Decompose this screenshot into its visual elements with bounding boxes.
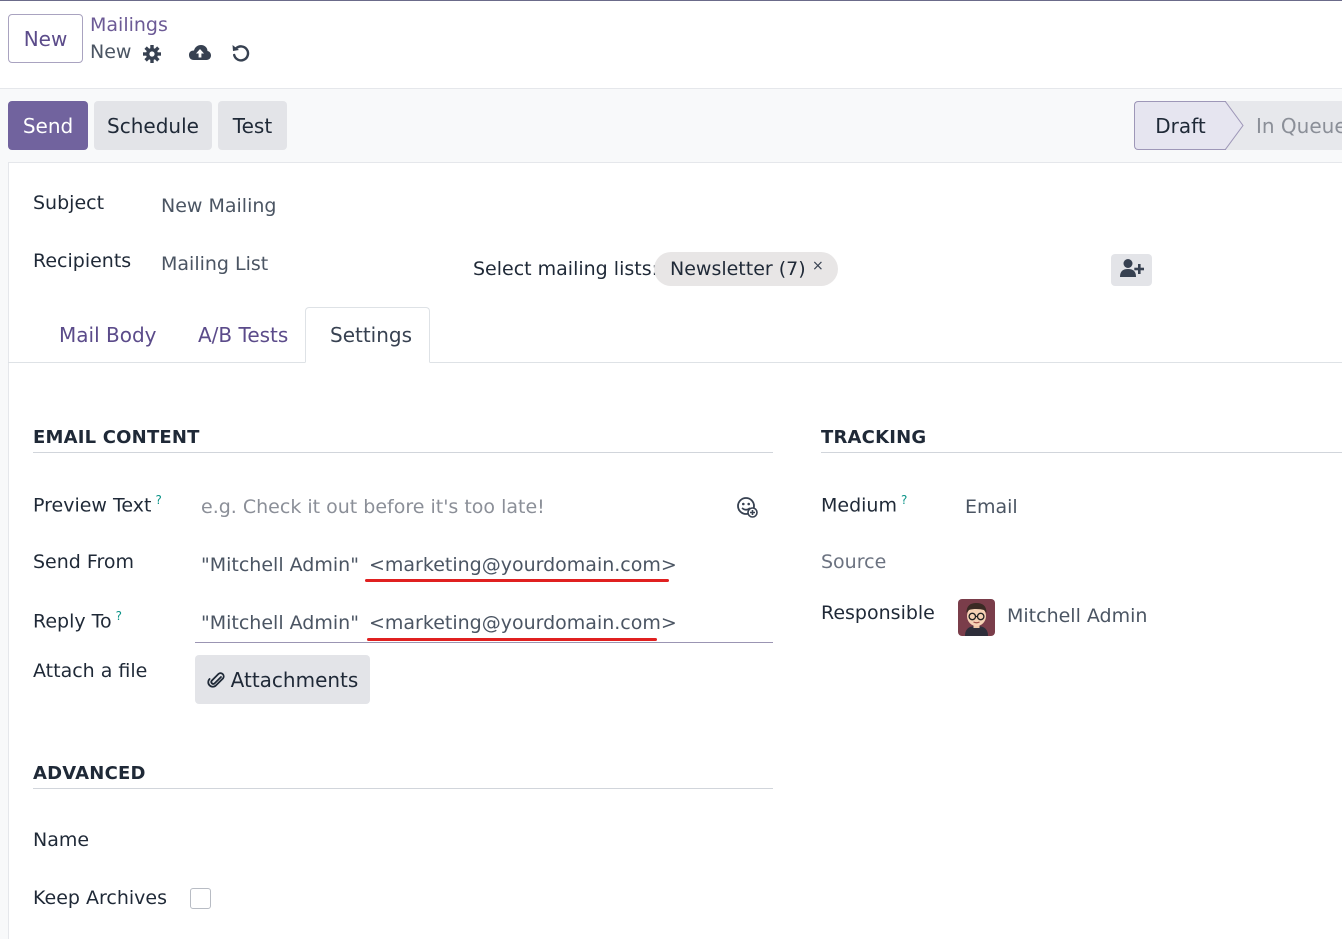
attachments-button[interactable]: Attachments [195, 655, 370, 704]
preview-text-label-text: Preview Text [33, 494, 152, 517]
tracking-rule [821, 452, 1342, 453]
cloud-upload-icon[interactable] [187, 41, 213, 65]
status-draft: Draft [1134, 101, 1226, 150]
subject-field[interactable]: New Mailing [161, 195, 276, 217]
attachments-label: Attachments [230, 667, 359, 692]
send-from-field[interactable]: "Mitchell Admin" <marketing@yourdomain.c… [201, 554, 677, 576]
medium-field[interactable]: Email [965, 496, 1018, 518]
schedule-button[interactable]: Schedule [94, 101, 212, 150]
tab-settings[interactable]: Settings [305, 307, 430, 363]
new-record-button[interactable]: New [8, 14, 83, 63]
mailing-list-tag-label: Newsletter (7) [670, 258, 806, 280]
test-button[interactable]: Test [218, 101, 287, 150]
email-content-heading: EMAIL CONTENT [33, 427, 200, 448]
avatar [958, 599, 995, 636]
send-from-label: Send From [33, 551, 134, 573]
medium-label: Medium? [821, 493, 907, 516]
tracking-heading: TRACKING [821, 427, 927, 448]
email-content-rule [33, 452, 773, 453]
preview-text-input[interactable]: e.g. Check it out before it's too late! [201, 496, 545, 518]
recipients-label: Recipients [33, 250, 132, 272]
responsible-label: Responsible [821, 602, 935, 624]
medium-help-icon[interactable]: ? [901, 493, 907, 507]
tag-remove-icon[interactable]: × [812, 258, 824, 274]
source-label: Source [821, 551, 887, 573]
advanced-rule [33, 788, 773, 789]
gear-icon[interactable] [141, 43, 163, 65]
keep-archives-checkbox[interactable] [190, 888, 211, 909]
reply-to-annotation [367, 638, 657, 641]
send-from-email: <marketing@yourdomain.com> [368, 554, 677, 576]
discard-icon[interactable] [229, 41, 253, 65]
reply-to-name: "Mitchell Admin" [201, 612, 359, 634]
reply-to-field-underline [195, 642, 773, 643]
preview-help-icon[interactable]: ? [155, 493, 161, 507]
keep-archives-label: Keep Archives [33, 887, 167, 909]
breadcrumb-current: New [90, 41, 132, 63]
tab-ab-tests[interactable]: A/B Tests [174, 307, 312, 363]
add-contact-button[interactable] [1111, 254, 1152, 286]
reply-to-help-icon[interactable]: ? [116, 609, 122, 623]
reply-to-email: <marketing@yourdomain.com> [368, 612, 677, 634]
mailing-list-tag: Newsletter (7) × [654, 252, 838, 286]
send-from-annotation [365, 579, 669, 582]
responsible-field[interactable]: Mitchell Admin [1007, 605, 1147, 627]
attach-file-label: Attach a file [33, 660, 148, 682]
preview-text-label: Preview Text? [33, 493, 162, 516]
medium-label-text: Medium [821, 494, 897, 517]
breadcrumb-mailings[interactable]: Mailings [90, 14, 168, 36]
tab-mail-body[interactable]: Mail Body [35, 307, 180, 363]
control-panel: New Mailings New [0, 1, 1342, 89]
select-lists-label: Select mailing lists: [473, 258, 658, 280]
name-label: Name [33, 829, 90, 851]
send-from-name: "Mitchell Admin" [201, 554, 359, 576]
recipients-field[interactable]: Mailing List [161, 253, 268, 275]
paperclip-icon [207, 670, 227, 690]
reply-to-label-text: Reply To [33, 610, 112, 633]
advanced-heading: ADVANCED [33, 763, 146, 784]
send-button[interactable]: Send [8, 101, 88, 150]
user-plus-icon [1119, 258, 1144, 282]
reply-to-label: Reply To? [33, 609, 122, 632]
emoji-picker-icon[interactable] [735, 495, 759, 519]
reply-to-field[interactable]: "Mitchell Admin" <marketing@yourdomain.c… [201, 612, 677, 634]
status-arrow [1225, 101, 1244, 150]
subject-label: Subject [33, 192, 105, 214]
